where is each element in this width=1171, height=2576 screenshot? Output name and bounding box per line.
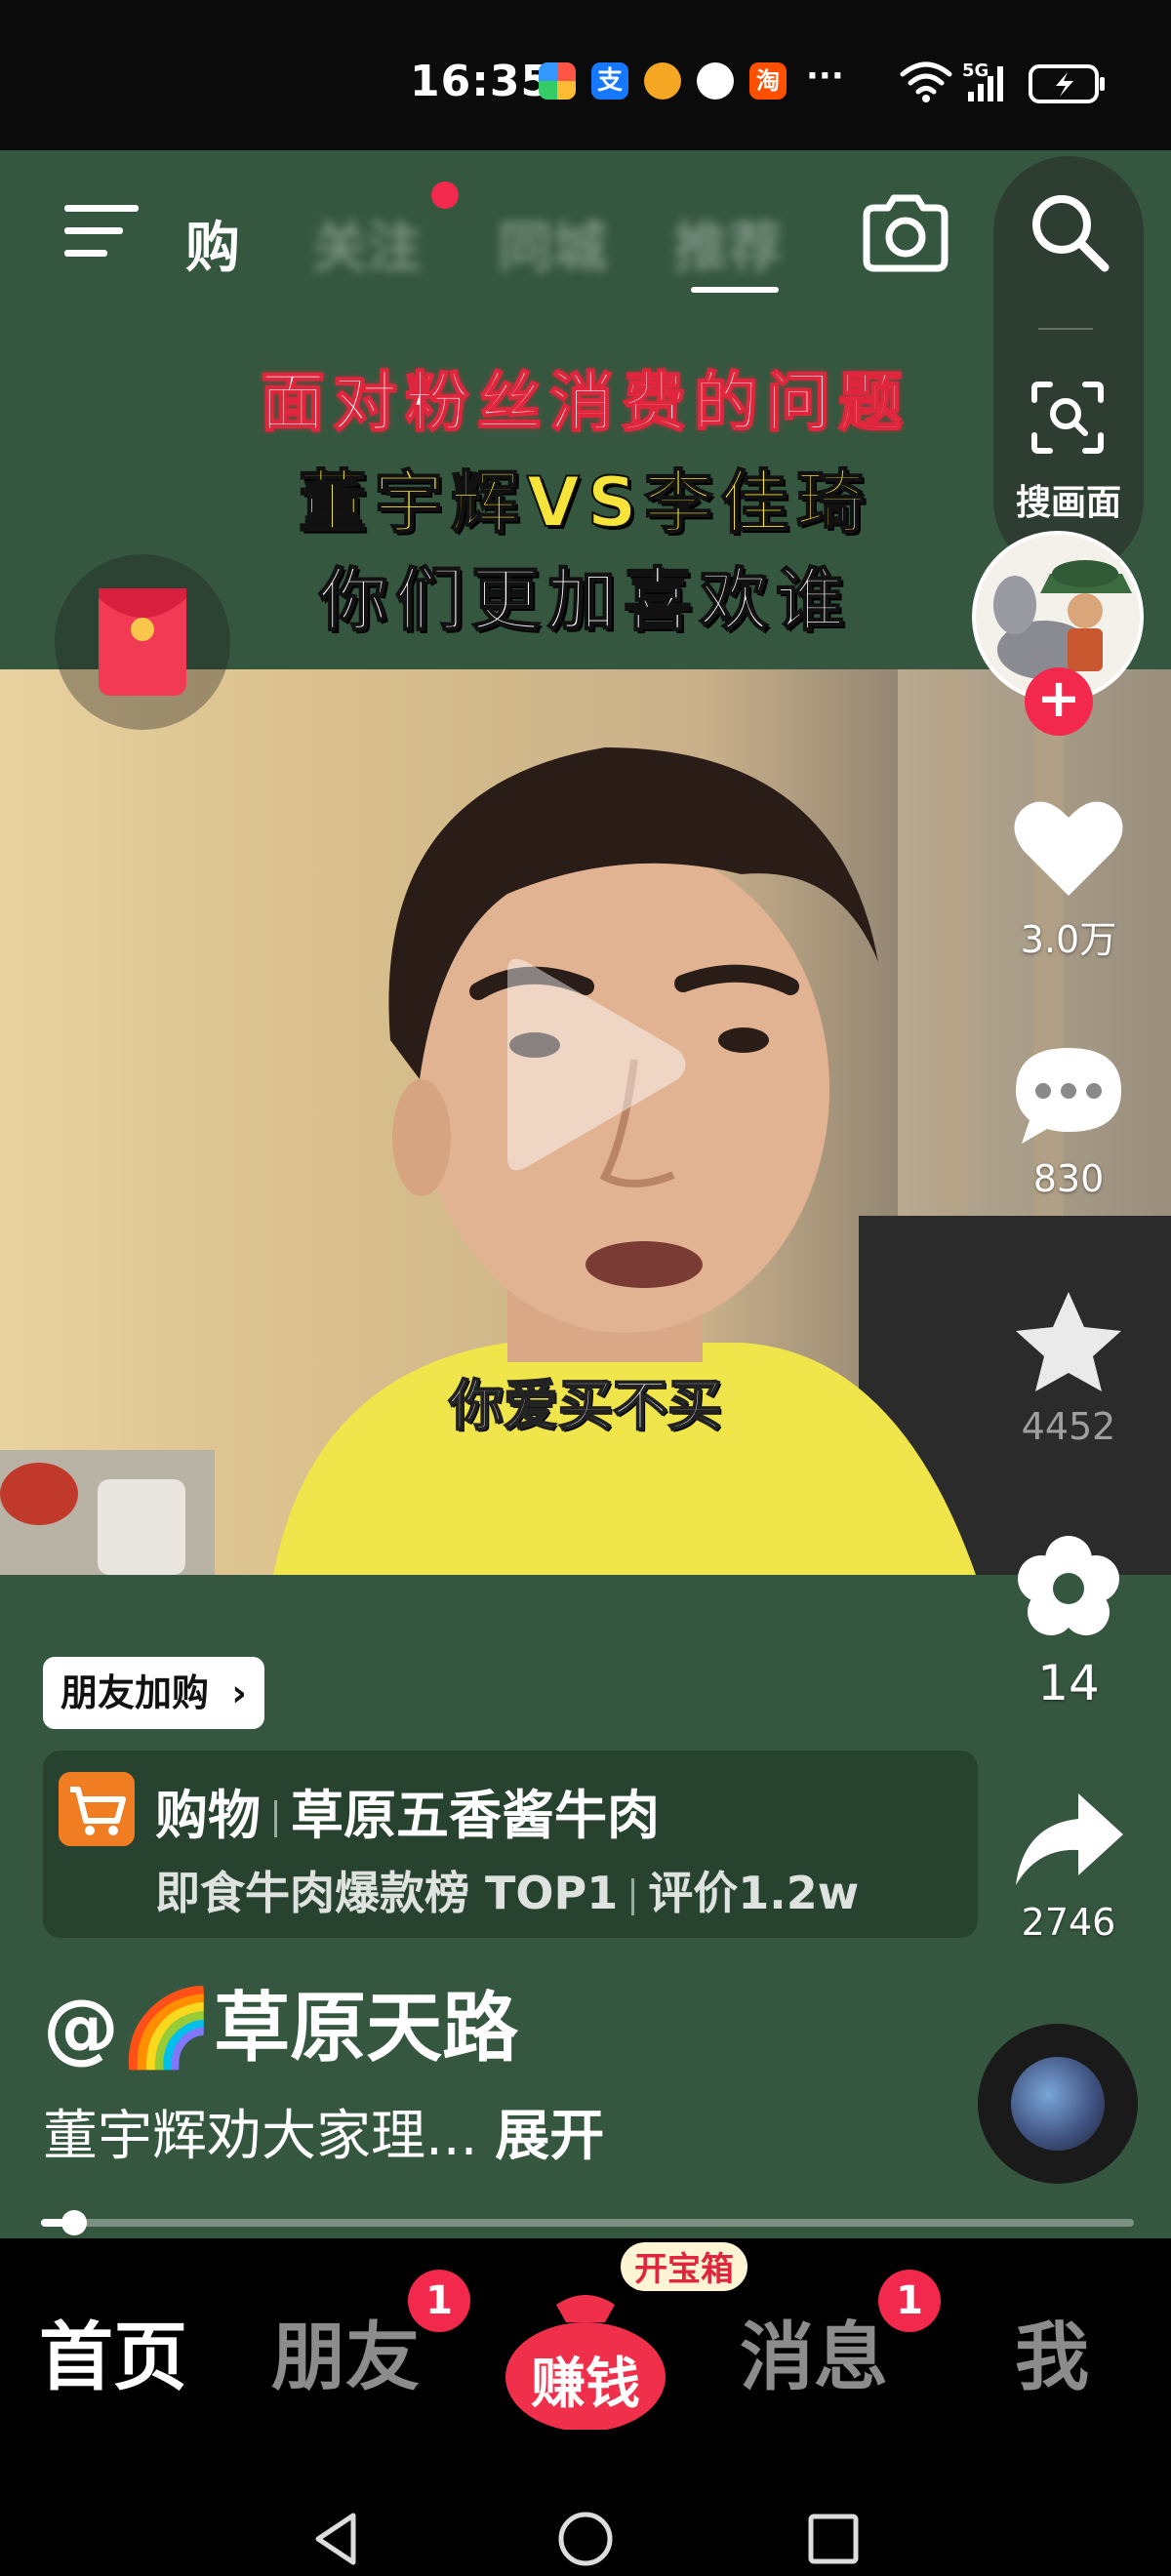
divider [1038, 328, 1093, 330]
status-time: 16:35 [410, 57, 552, 106]
share-count: 2746 [1021, 1901, 1116, 1944]
separator [274, 1800, 277, 1838]
like-button[interactable]: 3.0万 [993, 794, 1144, 963]
friend-purchase-tag[interactable]: 朋友加购 › [43, 1657, 264, 1729]
hamburger-menu-icon[interactable] [64, 199, 139, 262]
flower-count: 14 [1037, 1655, 1100, 1711]
friends-badge: 1 [408, 2270, 470, 2332]
app-launcher-icon [539, 62, 576, 100]
more-notifications-icon: ··· [806, 57, 844, 96]
bottom-nav: 首页 朋友 1 赚钱 开宝箱 消息 1 我 [0, 2238, 1171, 2576]
qq-icon [697, 62, 734, 100]
tab-following[interactable]: 关注 [312, 204, 422, 283]
expand-button[interactable]: 展开 [495, 2105, 604, 2168]
wifi-icon [900, 61, 952, 102]
recent-apps-icon[interactable] [806, 2512, 861, 2566]
product-rank: 即食牛肉爆款榜 TOP1 [155, 1867, 619, 1919]
chevron-right-icon: › [231, 1671, 247, 1714]
nav-friends[interactable]: 朋友 [271, 2297, 420, 2404]
friend-purchase-label: 朋友加购 [61, 1671, 210, 1714]
video-progress-bar[interactable] [41, 2210, 1134, 2235]
active-tab-indicator [691, 287, 779, 293]
star-icon [1016, 1292, 1121, 1391]
flower-button[interactable]: 14 [993, 1532, 1144, 1711]
product-title-row: 购物 草原五香酱牛肉 [155, 1772, 660, 1849]
home-icon[interactable] [556, 2510, 615, 2568]
comment-icon [1016, 1048, 1121, 1144]
nav-me[interactable]: 我 [1015, 2297, 1089, 2404]
author-name[interactable]: @🌈草原天路 [43, 1967, 518, 2076]
progress-handle[interactable] [61, 2210, 87, 2235]
music-disc[interactable] [978, 2024, 1138, 2184]
nav-home[interactable]: 首页 [39, 2297, 187, 2404]
search-icon[interactable] [1029, 191, 1110, 273]
product-meta-row: 即食牛肉爆款榜 TOP1 评价1.2w [155, 1858, 859, 1922]
tab-recommend[interactable]: 推荐 [673, 204, 783, 283]
play-icon[interactable] [488, 952, 693, 1177]
treasure-box-tag[interactable]: 开宝箱 [621, 2242, 747, 2291]
product-card[interactable]: 购物 草原五香酱牛肉 即食牛肉爆款榜 TOP1 评价1.2w [43, 1751, 978, 1938]
earn-label: 赚钱 [531, 2353, 640, 2416]
nav-earn-button[interactable]: 赚钱 [502, 2283, 669, 2430]
messages-badge: 1 [878, 2270, 941, 2332]
back-icon[interactable] [308, 2510, 363, 2568]
music-cover [1011, 2057, 1105, 2151]
tab-shop[interactable]: 购 [185, 204, 240, 283]
comment-button[interactable]: 830 [993, 1042, 1144, 1200]
scan-image-icon[interactable] [1029, 379, 1107, 457]
red-envelope-button[interactable] [55, 554, 230, 730]
tab-following-dot [431, 181, 459, 209]
signal-icon [968, 66, 1003, 101]
heart-icon [1014, 801, 1123, 896]
tab-nearby[interactable]: 同城 [498, 204, 607, 283]
alipay-icon: 支 [591, 62, 628, 100]
flower-icon [1018, 1536, 1119, 1635]
post-description: 董宇辉劝大家理... 展开 [43, 2092, 604, 2171]
nav-messages[interactable]: 消息 [740, 2297, 888, 2404]
camera-icon[interactable] [861, 194, 950, 272]
follow-button[interactable]: + [1025, 667, 1093, 736]
taobao-icon: 淘 [749, 62, 787, 100]
separator [631, 1877, 635, 1915]
product-category: 购物 [155, 1785, 261, 1846]
description-text: 董宇辉劝大家理... [43, 2105, 478, 2168]
share-button[interactable]: 2746 [993, 1790, 1144, 1944]
like-count: 3.0万 [1020, 918, 1117, 961]
video-feed[interactable]: 你爱买不买 面对粉丝消费的问题 董宇辉VS李佳琦 你们更加喜欢谁 购 关注 同城… [0, 150, 1171, 2238]
battery-icon [1029, 64, 1105, 103]
app-icon [644, 62, 681, 100]
product-name: 草原五香酱牛肉 [291, 1785, 660, 1846]
status-bar: 16:35 支 淘 ··· 5G [0, 0, 1171, 150]
favorite-count: 4452 [1021, 1405, 1116, 1448]
product-rating: 评价1.2w [648, 1867, 860, 1919]
scan-label[interactable]: 搜画面 [993, 474, 1144, 525]
comment-count: 830 [1032, 1157, 1105, 1200]
red-envelope-icon [99, 588, 186, 696]
cart-icon [59, 1772, 135, 1846]
favorite-button[interactable]: 4452 [993, 1288, 1144, 1448]
share-icon [1016, 1793, 1123, 1885]
